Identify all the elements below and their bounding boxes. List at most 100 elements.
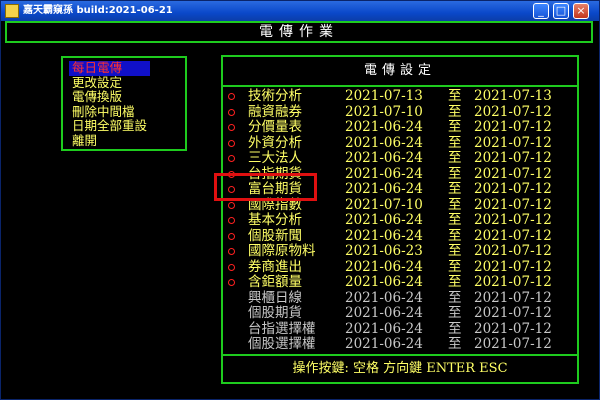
row-separator: 至 [448, 119, 462, 135]
row-name: 分價量表 [248, 119, 302, 135]
settings-title: 電傳設定 [223, 57, 577, 87]
row-start-date: 2021-07-10 [345, 196, 423, 213]
row-separator: 至 [448, 336, 462, 352]
row-start-date: 2021-06-24 [345, 320, 423, 337]
row-name: 融資融券 [248, 103, 302, 120]
row-separator: 至 [448, 134, 462, 151]
row-start-date: 2021-06-24 [345, 212, 423, 228]
row-name: 含鉅額量 [248, 274, 302, 290]
row-start-date: 2021-06-24 [345, 305, 423, 321]
row-start-date: 2021-06-24 [345, 289, 423, 306]
row-start-date: 2021-06-24 [345, 227, 423, 244]
menu-list: 每日電傳 更改設定 電傳換版 刪除中間檔 日期全部重設 離開 [69, 60, 151, 149]
row-end-date: 2021-07-12 [474, 212, 552, 228]
row-separator: 至 [448, 305, 462, 321]
row-end-date: 2021-07-12 [474, 305, 552, 321]
menu-item[interactable]: 更改設定 [69, 75, 150, 91]
settings-row[interactable]: 技術分析 2021-07-13 至 2021-07-13 [223, 88, 577, 105]
row-end-date: 2021-07-12 [474, 181, 552, 197]
row-separator: 至 [448, 181, 462, 197]
row-name: 外資分析 [248, 134, 302, 151]
row-start-date: 2021-06-24 [345, 119, 423, 135]
enabled-marker-icon [228, 139, 235, 147]
row-separator: 至 [448, 150, 462, 166]
row-start-date: 2021-06-23 [345, 243, 423, 259]
app-window: 嘉天霸窺孫 build:2021-06-21 _ □ × 電傳作業 每日電傳 更改… [0, 0, 600, 400]
row-name: 個股期貨 [248, 305, 302, 321]
row-end-date: 2021-07-12 [474, 258, 552, 275]
highlight-annotation [214, 173, 317, 201]
row-start-date: 2021-06-24 [345, 181, 423, 197]
row-end-date: 2021-07-12 [474, 150, 552, 166]
row-end-date: 2021-07-12 [474, 243, 552, 259]
main-menu: 每日電傳 更改設定 電傳換版 刪除中間檔 日期全部重設 離開 [61, 56, 187, 151]
maximize-button[interactable]: □ [553, 3, 569, 19]
row-start-date: 2021-06-24 [345, 258, 423, 275]
row-name: 台指選擇權 [248, 320, 316, 337]
row-name: 個股選擇權 [248, 336, 316, 352]
key-hint: 操作按鍵: 空格 方向鍵 ENTER ESC [292, 361, 508, 376]
row-end-date: 2021-07-12 [474, 196, 552, 213]
settings-row[interactable]: 三大法人 2021-06-24 至 2021-07-12 [223, 150, 577, 167]
title-bar[interactable]: 嘉天霸窺孫 build:2021-06-21 _ □ × [1, 1, 599, 21]
footer-panel: 操作按鍵: 空格 方向鍵 ENTER ESC [221, 354, 579, 384]
row-start-date: 2021-06-24 [345, 165, 423, 182]
row-end-date: 2021-07-12 [474, 274, 552, 290]
enabled-marker-icon [228, 263, 235, 271]
row-separator: 至 [448, 227, 462, 244]
row-end-date: 2021-07-12 [474, 227, 552, 244]
settings-row[interactable]: 個股期貨 2021-06-24 至 2021-07-12 [223, 305, 577, 322]
row-name: 技術分析 [248, 88, 302, 104]
menu-item[interactable]: 刪除中間檔 [69, 104, 150, 120]
settings-row[interactable]: 分價量表 2021-06-24 至 2021-07-12 [223, 119, 577, 136]
enabled-marker-icon [228, 201, 235, 209]
settings-row[interactable]: 興櫃日線 2021-06-24 至 2021-07-12 [223, 289, 577, 307]
row-end-date: 2021-07-12 [474, 289, 552, 306]
menu-item[interactable]: 每日電傳 [69, 60, 151, 76]
app-icon [5, 4, 19, 18]
settings-row[interactable]: 券商進出 2021-06-24 至 2021-07-12 [223, 258, 577, 276]
row-end-date: 2021-07-13 [474, 88, 552, 104]
row-end-date: 2021-07-12 [474, 320, 552, 337]
settings-row[interactable]: 外資分析 2021-06-24 至 2021-07-12 [223, 134, 577, 152]
settings-row[interactable]: 基本分析 2021-06-24 至 2021-07-12 [223, 212, 577, 229]
row-separator: 至 [448, 103, 462, 120]
row-start-date: 2021-06-24 [345, 150, 423, 166]
enabled-marker-icon [228, 108, 235, 116]
page-title: 電傳作業 [5, 21, 593, 43]
row-separator: 至 [448, 274, 462, 290]
row-end-date: 2021-07-12 [474, 336, 552, 352]
menu-item[interactable]: 日期全部重設 [69, 118, 150, 134]
enabled-marker-icon [228, 217, 235, 224]
window-title: 嘉天霸窺孫 build:2021-06-21 [23, 5, 173, 16]
menu-item[interactable]: 離開 [69, 133, 150, 149]
row-name: 券商進出 [248, 258, 302, 275]
row-end-date: 2021-07-12 [474, 119, 552, 135]
row-separator: 至 [448, 258, 462, 275]
row-separator: 至 [448, 243, 462, 259]
settings-row[interactable]: 含鉅額量 2021-06-24 至 2021-07-12 [223, 274, 577, 291]
row-name: 國際原物料 [248, 243, 316, 259]
row-start-date: 2021-06-24 [345, 336, 423, 352]
row-end-date: 2021-07-12 [474, 165, 552, 182]
row-start-date: 2021-07-13 [345, 88, 423, 104]
row-start-date: 2021-06-24 [345, 274, 423, 290]
row-separator: 至 [448, 88, 462, 104]
settings-row[interactable]: 國際原物料 2021-06-23 至 2021-07-12 [223, 243, 577, 260]
row-separator: 至 [448, 320, 462, 337]
close-button[interactable]: × [573, 3, 589, 19]
row-end-date: 2021-07-12 [474, 103, 552, 120]
row-name: 三大法人 [248, 150, 302, 166]
enabled-marker-icon [228, 124, 235, 131]
settings-row[interactable]: 個股選擇權 2021-06-24 至 2021-07-12 [223, 336, 577, 353]
settings-row[interactable]: 個股新聞 2021-06-24 至 2021-07-12 [223, 227, 577, 245]
menu-item[interactable]: 電傳換版 [69, 89, 150, 105]
row-end-date: 2021-07-12 [474, 134, 552, 151]
row-separator: 至 [448, 289, 462, 306]
settings-row[interactable]: 台指選擇權 2021-06-24 至 2021-07-12 [223, 320, 577, 338]
enabled-marker-icon [228, 248, 235, 255]
settings-row[interactable]: 融資融券 2021-07-10 至 2021-07-12 [223, 103, 577, 121]
minimize-button[interactable]: _ [533, 3, 549, 19]
row-start-date: 2021-06-24 [345, 134, 423, 151]
settings-panel: 電傳設定 技術分析 2021-07-13 至 2021-07-13 融資融券 2021-0… [221, 55, 579, 356]
